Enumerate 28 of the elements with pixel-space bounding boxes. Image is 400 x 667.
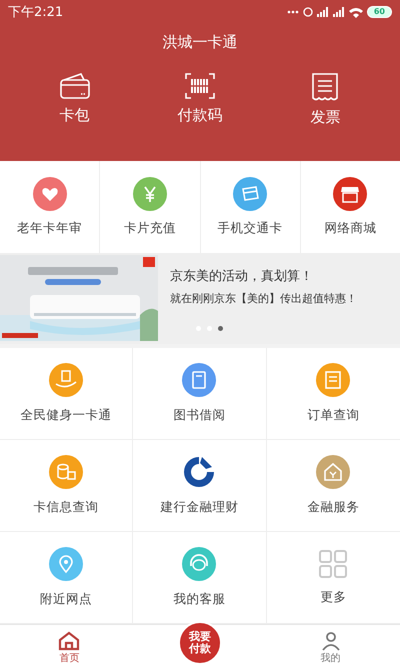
person-icon — [320, 631, 342, 651]
app-title: 洪城一卡通 — [162, 33, 238, 52]
tab[interactable]: 我的 — [300, 629, 361, 667]
status-time: 下午2:21 — [8, 4, 64, 21]
top-action-button[interactable]: 付款码 — [154, 72, 245, 127]
service-button[interactable]: 全民健身一卡通 — [0, 348, 134, 440]
receipt-icon — [311, 72, 340, 102]
tab[interactable]: 首页 — [39, 629, 100, 667]
home-icon — [58, 631, 80, 651]
service-button[interactable]: 我的客服 — [133, 532, 267, 624]
wifi-icon — [348, 6, 363, 18]
alarm-icon — [302, 7, 313, 17]
service-button[interactable]: 卡信息查询 — [0, 440, 134, 532]
wallet-icon — [58, 72, 91, 100]
pay-button[interactable]: 我要付款 — [178, 621, 222, 665]
more-dots-icon — [286, 10, 299, 14]
page-dot[interactable] — [218, 326, 223, 331]
banner-subtitle: 就在刚刚京东【美的】传出超值特惠！ — [170, 290, 358, 306]
battery-indicator: 60 — [366, 6, 392, 18]
top-action-button[interactable]: 卡包 — [30, 72, 120, 127]
service-button[interactable]: 图书借阅 — [133, 348, 267, 440]
service-button[interactable]: 建行金融理财 — [133, 440, 267, 532]
signal-icon — [332, 6, 345, 18]
signal-icon — [316, 6, 329, 18]
top-action-button[interactable]: 发票 — [280, 72, 370, 127]
barcode-icon — [184, 72, 216, 100]
banner-headline: 京东美的活动，真划算！ — [170, 268, 314, 285]
service-button[interactable]: 附近网点 — [0, 532, 134, 624]
